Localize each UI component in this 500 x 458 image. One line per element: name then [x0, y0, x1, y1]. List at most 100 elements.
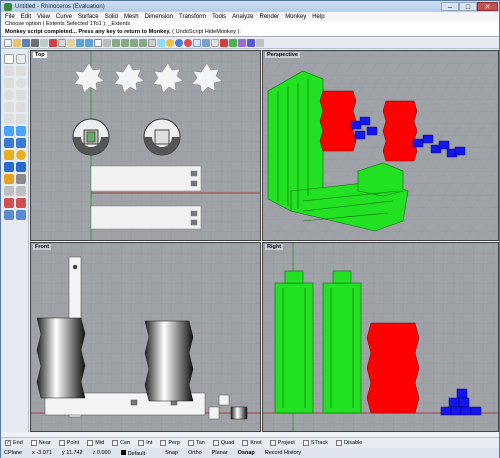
- osnap-int-checkbox[interactable]: [138, 440, 145, 446]
- menu-render[interactable]: Render: [260, 14, 280, 20]
- status-ortho-toggle[interactable]: Ortho: [188, 450, 202, 456]
- options-icon[interactable]: [211, 39, 219, 47]
- new-file-icon[interactable]: [4, 39, 12, 47]
- undo-icon[interactable]: [76, 39, 84, 47]
- viewport-front[interactable]: Front: [30, 242, 261, 432]
- freeform-curve-icon[interactable]: [16, 102, 26, 112]
- osnap-quad[interactable]: Quad: [212, 440, 234, 446]
- menu-tools[interactable]: Tools: [212, 14, 226, 20]
- layers-icon[interactable]: [193, 39, 201, 47]
- status-planar-toggle[interactable]: Planar: [212, 450, 228, 456]
- surface-icon[interactable]: [4, 126, 14, 136]
- osnap-knot-checkbox[interactable]: [242, 440, 249, 446]
- polyline-icon[interactable]: [16, 66, 26, 76]
- dimension-icon[interactable]: [16, 114, 26, 124]
- fillet-icon[interactable]: [16, 174, 26, 184]
- menu-monkey[interactable]: Monkey: [285, 14, 306, 20]
- minimize-button[interactable]: –: [441, 2, 459, 11]
- curve-icon[interactable]: [4, 78, 14, 88]
- help-icon[interactable]: [220, 39, 228, 47]
- viewport-top-label[interactable]: Top: [33, 52, 47, 58]
- cut-icon[interactable]: [49, 39, 57, 47]
- point-icon[interactable]: [4, 66, 14, 76]
- osnap-mid[interactable]: Mid: [87, 440, 104, 446]
- select-arrow-icon[interactable]: [4, 54, 14, 64]
- command-history[interactable]: Choose option ( Extents Selected 1To1 ):…: [1, 21, 499, 37]
- menu-edit[interactable]: Edit: [21, 14, 31, 20]
- mirror-icon[interactable]: [16, 210, 26, 220]
- extrude-surface-icon[interactable]: [16, 126, 26, 136]
- arc-icon[interactable]: [4, 90, 14, 100]
- print-icon[interactable]: [31, 39, 39, 47]
- loft-icon[interactable]: [4, 138, 14, 148]
- osnap-perp-checkbox[interactable]: [160, 440, 167, 446]
- viewport-perspective[interactable]: Perspective: [262, 50, 499, 241]
- save-icon[interactable]: [22, 39, 30, 47]
- box-icon[interactable]: [4, 150, 14, 160]
- osnap-tan[interactable]: Tan: [187, 440, 205, 446]
- zoom-selected-icon[interactable]: [139, 39, 147, 47]
- render-icon[interactable]: [175, 39, 183, 47]
- osnap-strack[interactable]: STrack: [302, 440, 328, 446]
- close-button[interactable]: ✕: [477, 2, 498, 11]
- osnap-tan-checkbox[interactable]: [187, 440, 194, 446]
- sweep-icon[interactable]: [16, 138, 26, 148]
- osnap-cen[interactable]: Cen: [112, 440, 130, 446]
- rectangle-icon[interactable]: [16, 90, 26, 100]
- rendered-preview-icon[interactable]: [184, 39, 192, 47]
- osnap-project[interactable]: Project: [269, 440, 295, 446]
- osnap-end[interactable]: End: [5, 440, 23, 446]
- undo-view-icon[interactable]: [148, 39, 156, 47]
- menu-mesh[interactable]: Mesh: [124, 14, 139, 20]
- zoom-icon[interactable]: [112, 39, 120, 47]
- boolean-difference-icon[interactable]: [16, 162, 26, 172]
- viewport-front-label[interactable]: Front: [33, 244, 52, 250]
- osnap-point[interactable]: Point: [58, 440, 79, 446]
- rotate-view-icon[interactable]: [103, 39, 111, 47]
- pan-icon[interactable]: [94, 39, 102, 47]
- open-folder-icon[interactable]: [13, 39, 21, 47]
- text-icon[interactable]: [4, 114, 14, 124]
- shade-icon[interactable]: [166, 39, 174, 47]
- scale-icon[interactable]: [16, 198, 26, 208]
- grid-icon[interactable]: [157, 39, 165, 47]
- osnap-disable-checkbox[interactable]: [336, 440, 342, 446]
- properties-icon[interactable]: [40, 39, 48, 47]
- environment-icon[interactable]: [238, 39, 246, 47]
- lights-icon[interactable]: [247, 39, 255, 47]
- viewport-right-label[interactable]: Right: [265, 244, 284, 250]
- circle-icon[interactable]: [16, 78, 26, 88]
- menu-curve[interactable]: Curve: [56, 14, 72, 20]
- sphere-icon[interactable]: [16, 150, 26, 160]
- lock-icon[interactable]: [256, 39, 264, 47]
- osnap-mid-checkbox[interactable]: [87, 440, 94, 446]
- osnap-int[interactable]: Int: [138, 440, 152, 446]
- copy-object-icon[interactable]: [16, 186, 26, 196]
- rotate-icon[interactable]: [4, 198, 14, 208]
- osnap-cen-checkbox[interactable]: [112, 440, 119, 446]
- object-properties-icon[interactable]: [202, 39, 210, 47]
- osnap-knot[interactable]: Knot: [242, 440, 262, 446]
- zoom-extents-icon[interactable]: [130, 39, 138, 47]
- status-layer[interactable]: Default: [120, 449, 155, 457]
- polygon-icon[interactable]: [4, 102, 14, 112]
- osnap-point-checkbox[interactable]: [58, 440, 65, 446]
- menu-analyze[interactable]: Analyze: [232, 14, 253, 20]
- move-icon[interactable]: [4, 186, 14, 196]
- boolean-union-icon[interactable]: [4, 162, 14, 172]
- menu-transform[interactable]: Transform: [179, 14, 206, 20]
- mesh-icon[interactable]: [4, 174, 14, 184]
- redo-icon[interactable]: [85, 39, 93, 47]
- paste-icon[interactable]: [67, 39, 75, 47]
- viewport-right[interactable]: Right: [262, 242, 499, 432]
- viewport-top[interactable]: Top: [30, 50, 261, 241]
- status-record-history-toggle[interactable]: Record History: [265, 450, 301, 456]
- analysis-icon[interactable]: [229, 39, 237, 47]
- select-points-icon[interactable]: [16, 54, 26, 64]
- zoom-window-icon[interactable]: [121, 39, 129, 47]
- menu-help[interactable]: Help: [312, 14, 324, 20]
- osnap-end-checkbox[interactable]: [5, 440, 11, 446]
- osnap-perp[interactable]: Perp: [160, 440, 180, 446]
- menu-surface[interactable]: Surface: [78, 14, 99, 20]
- osnap-near[interactable]: Near: [30, 440, 51, 446]
